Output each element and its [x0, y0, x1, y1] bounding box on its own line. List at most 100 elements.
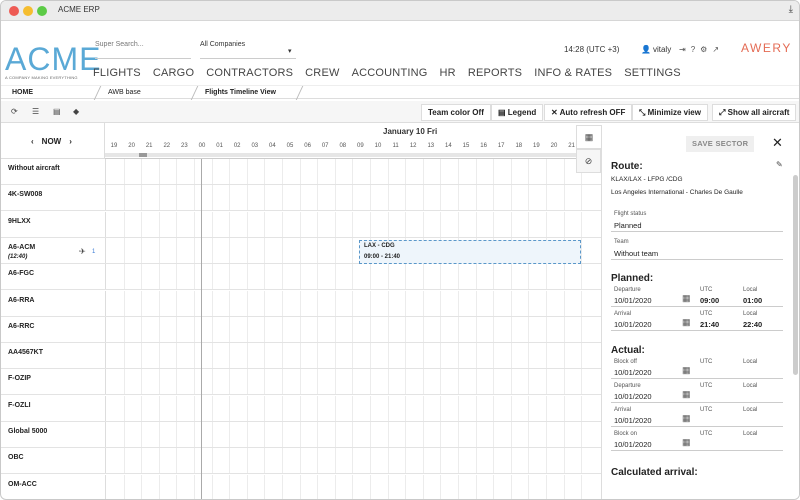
now-button[interactable]: NOW [42, 137, 62, 146]
legend-button[interactable]: ▤ Legend [491, 104, 544, 121]
grid-line [387, 448, 389, 474]
local-time-input[interactable]: 01:00 [743, 296, 762, 305]
settings-icon[interactable]: ⚙ [700, 45, 707, 54]
calendar-icon[interactable]: ▦ [682, 293, 691, 304]
nav-item-info-rates[interactable]: INFO & RATES [534, 67, 612, 79]
local-time-input[interactable]: 22:40 [743, 320, 762, 329]
maximize-window-button[interactable] [37, 6, 47, 16]
team-label: Team [614, 239, 629, 245]
grid-line [123, 159, 125, 184]
chevron-left-icon[interactable]: ‹ [31, 137, 34, 146]
grid-line [370, 343, 371, 369]
date-input[interactable]: 10/01/2020 [614, 440, 652, 449]
grid-line [475, 422, 477, 447]
chevron-down-icon[interactable]: ▾ [288, 47, 292, 55]
nav-item-settings[interactable]: SETTINGS [624, 67, 681, 79]
date-input[interactable]: 10/01/2020 [614, 392, 652, 401]
nav-item-cargo[interactable]: CARGO [153, 67, 194, 79]
aircraft-row[interactable]: A6-FGC [1, 264, 601, 291]
aircraft-row[interactable]: A6-RRC [1, 316, 601, 343]
calendar-icon[interactable]: ▦ [682, 437, 691, 448]
eraser-icon[interactable]: ◆ [73, 107, 79, 116]
grid-line [387, 185, 389, 211]
aircraft-row[interactable]: 9HLXX [1, 211, 601, 238]
date-input[interactable]: 10/01/2020 [614, 416, 652, 425]
minimize-view-button[interactable]: ⤡ Minimize view [632, 104, 708, 121]
logout-icon[interactable]: ⇥ [679, 45, 686, 54]
grid-line [352, 237, 354, 263]
help-icon[interactable]: ? [691, 45, 695, 54]
grid-line [123, 316, 125, 342]
utc-time-input[interactable]: 21:40 [700, 320, 719, 329]
nav-item-flights[interactable]: FLIGHTS [93, 67, 141, 79]
filter-icon[interactable]: ☰ [32, 107, 39, 116]
team-color-button[interactable]: Team color Off [421, 104, 491, 121]
close-icon[interactable]: ✕ [772, 135, 783, 151]
aircraft-row[interactable]: 4K-SW008 [1, 185, 601, 212]
refresh-icon[interactable]: ⟳ [11, 107, 18, 116]
aircraft-row[interactable]: OM-ACC [1, 474, 601, 499]
aircraft-row[interactable]: OBC [1, 448, 601, 475]
nav-item-accounting[interactable]: ACCOUNTING [352, 67, 428, 79]
document-icon[interactable]: ▤ [53, 107, 61, 116]
user-menu[interactable]: 👤 vitaly [641, 45, 671, 54]
save-sector-button[interactable]: SAVE SECTOR [686, 136, 755, 152]
calendar-icon[interactable]: ▦ [682, 413, 691, 424]
expand-icon: ⤢ [719, 108, 728, 117]
grid-line [370, 185, 371, 211]
breadcrumb-home[interactable]: HOME [3, 86, 33, 100]
flight-block[interactable]: LAX - CDG 09:00 - 21:40 [359, 240, 581, 264]
date-input[interactable]: 10/01/2020 [614, 320, 652, 329]
super-search-input[interactable]: Super Search... [95, 41, 144, 48]
auto-refresh-button[interactable]: ✕ Auto refresh OFF [544, 104, 633, 121]
aircraft-row[interactable]: AA4567KT [1, 343, 601, 370]
grid-line [510, 422, 512, 447]
calendar-icon[interactable]: ▦ [682, 317, 691, 328]
chevron-right-icon[interactable]: › [69, 137, 72, 146]
flight-status-select[interactable]: Planned [614, 221, 642, 230]
aircraft-row[interactable]: F-OZIP [1, 369, 601, 396]
grid-line [229, 448, 231, 474]
grid-line [475, 395, 477, 421]
external-link-icon[interactable]: ↗ [712, 45, 719, 54]
calendar-icon[interactable]: ▦ [682, 389, 691, 400]
row-grid [105, 395, 601, 421]
attachment-tab[interactable]: ⊘ [576, 149, 601, 173]
grid-line [299, 185, 301, 211]
aircraft-row[interactable]: Global 5000 [1, 422, 601, 448]
hour-tick: 06 [304, 143, 311, 149]
grid-line [352, 211, 354, 237]
aircraft-row[interactable]: A6-RRA [1, 290, 601, 317]
grid-line [528, 290, 530, 316]
nav-item-hr[interactable]: HR [440, 67, 456, 79]
nav-item-crew[interactable]: CREW [305, 67, 339, 79]
grid-line [264, 369, 266, 395]
grid-line [440, 290, 442, 316]
nav-item-reports[interactable]: REPORTS [468, 67, 522, 79]
calendar-tab[interactable]: ▦ [576, 125, 601, 149]
minimize-window-button[interactable] [23, 6, 33, 16]
calendar-icon[interactable]: ▦ [682, 365, 691, 376]
show-all-aircraft-button[interactable]: ⤢ Show all aircraft [712, 104, 797, 121]
team-select[interactable]: Without team [614, 249, 658, 258]
panel-scrollbar[interactable] [793, 175, 798, 375]
date-input[interactable]: 10/01/2020 [614, 296, 652, 305]
utc-time-input[interactable]: 09:00 [700, 296, 719, 305]
date-input[interactable]: 10/01/2020 [614, 368, 652, 377]
aircraft-row[interactable]: F-OZLI [1, 395, 601, 422]
edit-icon[interactable]: ✎ [776, 160, 783, 169]
row-grid [105, 185, 601, 211]
aircraft-row[interactable]: Without aircraft [1, 159, 601, 185]
timeline-scroll-thumb[interactable] [139, 153, 147, 157]
company-logo[interactable]: ACME A COMPANY MAKING EVERYTHING [5, 43, 100, 80]
download-icon[interactable]: ⤓ [789, 4, 793, 15]
company-select[interactable]: All Companies [200, 41, 245, 48]
grid-line [475, 369, 477, 395]
grid-line [405, 369, 407, 395]
breadcrumb-awb-base[interactable]: AWB base [99, 86, 141, 100]
timeline-scrollbar[interactable] [105, 153, 601, 157]
grid-line [194, 316, 195, 342]
close-window-button[interactable] [9, 6, 19, 16]
nav-item-contractors[interactable]: CONTRACTORS [206, 67, 293, 79]
grid-line [510, 316, 512, 342]
